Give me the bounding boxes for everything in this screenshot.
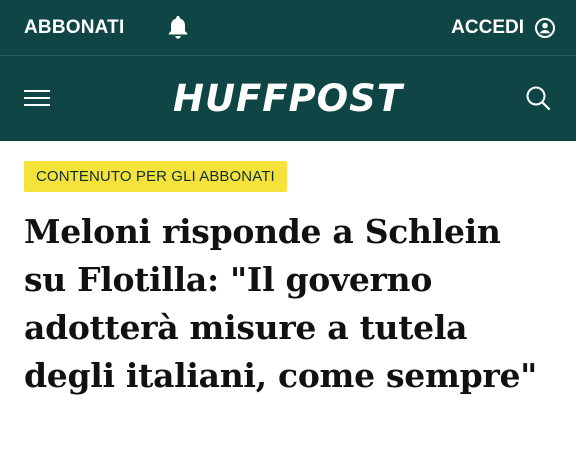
bell-icon[interactable] xyxy=(166,14,190,40)
login-link[interactable]: ACCEDI xyxy=(451,0,556,55)
main-header: HUFFPOST xyxy=(0,56,576,141)
search-icon[interactable] xyxy=(524,84,552,112)
top-utility-bar: ABBONATI ACCEDI xyxy=(0,0,576,56)
subscriber-content-badge: CONTENUTO PER GLI ABBONATI xyxy=(24,161,287,192)
article-content: CONTENUTO PER GLI ABBONATI Meloni rispon… xyxy=(0,141,576,400)
subscribe-link[interactable]: ABBONATI xyxy=(24,0,124,55)
user-circle-icon xyxy=(534,17,556,39)
article-title: Meloni risponde a Schlein su Flotilla: "… xyxy=(24,212,538,395)
login-label: ACCEDI xyxy=(451,16,524,38)
brand-logo[interactable]: HUFFPOST xyxy=(0,56,576,141)
